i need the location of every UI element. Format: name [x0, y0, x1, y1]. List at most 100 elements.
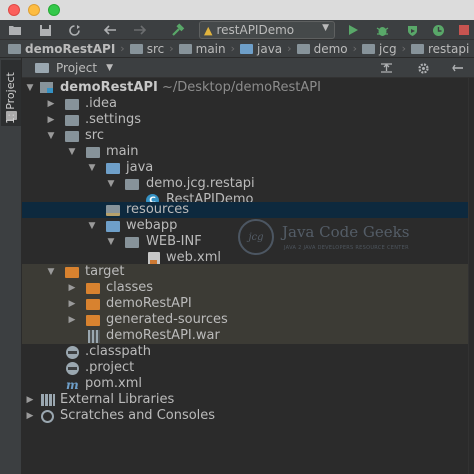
- collapsed-arrow-icon[interactable]: ▶: [46, 112, 56, 128]
- collapsed-arrow-icon[interactable]: ▶: [25, 408, 35, 424]
- tree-row-target-module[interactable]: ▶ demoRestAPI: [22, 296, 468, 312]
- tree-row-external-libraries[interactable]: ▶ External Libraries: [22, 392, 468, 408]
- source-folder-icon: [106, 162, 120, 174]
- breadcrumb-label: demo: [313, 41, 348, 56]
- profile-icon[interactable]: [430, 22, 446, 38]
- run-with-coverage-icon[interactable]: [404, 22, 420, 38]
- excluded-folder-icon: [86, 314, 100, 326]
- tree-label: demoRestAPI: [106, 296, 192, 311]
- panel-title[interactable]: Project: [56, 61, 97, 75]
- expanded-arrow-icon[interactable]: ▼: [25, 80, 35, 96]
- zoom-window-button[interactable]: [48, 4, 60, 16]
- source-folder-icon: [240, 43, 254, 54]
- excluded-folder-icon: [65, 266, 79, 278]
- tree-label: demoRestAPI.war: [106, 328, 220, 343]
- tree-row-pom[interactable]: m pom.xml: [22, 376, 468, 392]
- tree-row-main[interactable]: ▼ main: [22, 144, 468, 160]
- expanded-arrow-icon[interactable]: ▼: [106, 176, 116, 192]
- breadcrumb-item-jcg[interactable]: jcg: [362, 42, 397, 56]
- folder-icon: [65, 114, 79, 126]
- root-module-path: ~/Desktop/demoRestAPI: [161, 80, 321, 95]
- expanded-arrow-icon[interactable]: ▼: [67, 144, 77, 160]
- folder-icon: [178, 43, 192, 54]
- tree-label: Scratches and Consoles: [60, 408, 216, 423]
- tree-row-project-file[interactable]: .project: [22, 360, 468, 376]
- breadcrumb-label: src: [146, 41, 165, 56]
- war-archive-icon: [88, 330, 102, 343]
- main-toolbar: ▲ restAPIDemo ▼: [0, 20, 474, 40]
- tree-row-java[interactable]: ▼ java: [22, 160, 468, 176]
- project-tool-window-tab[interactable]: 1: Project: [1, 60, 21, 126]
- tree-label: .settings: [85, 112, 141, 127]
- sync-icon[interactable]: [66, 22, 82, 38]
- breadcrumb-item-restapi[interactable]: restapi: [410, 42, 469, 56]
- module-icon: [40, 82, 54, 94]
- root-module-name: demoRestAPI: [60, 80, 158, 95]
- tree-label: webapp: [126, 218, 178, 233]
- forward-arrow-icon[interactable]: [132, 22, 148, 38]
- build-hammer-icon[interactable]: [170, 22, 186, 38]
- collapsed-arrow-icon[interactable]: ▶: [25, 392, 35, 408]
- scratches-icon: [41, 410, 55, 423]
- breadcrumb-item-src[interactable]: src: [129, 41, 165, 56]
- breadcrumb-item-java[interactable]: java: [240, 42, 282, 56]
- tree-row-src[interactable]: ▼ src: [22, 128, 468, 144]
- hide-panel-icon[interactable]: [450, 60, 466, 76]
- classpath-file-icon: [66, 346, 80, 359]
- tree-row-scratches[interactable]: ▶ Scratches and Consoles: [22, 408, 468, 424]
- maven-icon: m: [66, 378, 79, 392]
- back-arrow-icon[interactable]: [102, 22, 118, 38]
- minimize-window-button[interactable]: [28, 4, 40, 16]
- tree-label: generated-sources: [106, 312, 228, 327]
- tree-row-webinf[interactable]: ▼ WEB-INF: [22, 234, 468, 250]
- chevron-right-icon: ›: [287, 42, 292, 55]
- resources-folder-icon: [106, 204, 120, 216]
- expanded-arrow-icon[interactable]: ▼: [87, 160, 97, 176]
- stop-icon[interactable]: [456, 22, 472, 38]
- tree-row-root[interactable]: ▼ demoRestAPI ~/Desktop/demoRestAPI: [22, 80, 468, 96]
- tree-row-classes[interactable]: ▶ classes: [22, 280, 468, 296]
- collapsed-arrow-icon[interactable]: ▶: [46, 96, 56, 112]
- breadcrumb-item-main[interactable]: main: [178, 42, 226, 56]
- tree-label: pom.xml: [85, 376, 142, 391]
- tree-row-webapp[interactable]: ▼ webapp: [22, 218, 468, 234]
- collapsed-arrow-icon[interactable]: ▶: [67, 296, 77, 312]
- breadcrumb-label: jcg: [379, 41, 397, 56]
- expanded-arrow-icon[interactable]: ▼: [87, 218, 97, 234]
- breadcrumb-label: demoRestAPI: [25, 41, 116, 56]
- chevron-down-icon: ▼: [322, 23, 329, 33]
- tree-label: WEB-INF: [146, 234, 202, 249]
- collapsed-arrow-icon[interactable]: ▶: [67, 312, 77, 328]
- breadcrumb-item-demo[interactable]: demo: [296, 41, 348, 56]
- close-window-button[interactable]: [8, 4, 20, 16]
- package-icon: [410, 43, 424, 54]
- chevron-down-icon[interactable]: ▼: [106, 63, 113, 73]
- breadcrumb-label: java: [257, 41, 283, 56]
- tree-row-resources[interactable]: resources: [22, 202, 468, 218]
- tree-row-idea[interactable]: ▶ .idea: [22, 96, 468, 112]
- breadcrumb-item-project[interactable]: demoRestAPI: [8, 42, 115, 56]
- save-icon[interactable]: [37, 22, 53, 38]
- run-config-icon: ▲: [204, 23, 213, 37]
- tree-row-target[interactable]: ▼ target: [22, 264, 468, 280]
- tree-row-settings[interactable]: ▶ .settings: [22, 112, 468, 128]
- chevron-right-icon: ›: [401, 42, 406, 55]
- expanded-arrow-icon[interactable]: ▼: [106, 234, 116, 250]
- libraries-icon: [41, 394, 55, 406]
- open-folder-icon[interactable]: [7, 22, 23, 38]
- package-icon: [362, 43, 376, 54]
- collapsed-arrow-icon[interactable]: ▶: [67, 280, 77, 296]
- vertical-scrollbar[interactable]: [468, 78, 474, 474]
- gear-icon[interactable]: [415, 60, 431, 76]
- expanded-arrow-icon[interactable]: ▼: [46, 128, 56, 144]
- tree-row-generated-sources[interactable]: ▶ generated-sources: [22, 312, 468, 328]
- expanded-arrow-icon[interactable]: ▼: [46, 264, 56, 280]
- run-configuration-selector[interactable]: ▲ restAPIDemo ▼: [199, 21, 335, 39]
- tree-row-package[interactable]: ▼ demo.jcg.restapi: [22, 176, 468, 192]
- excluded-folder-icon: [86, 298, 100, 310]
- tree-row-war[interactable]: demoRestAPI.war: [22, 328, 468, 344]
- collapse-all-icon[interactable]: [378, 60, 394, 76]
- run-icon[interactable]: [345, 22, 361, 38]
- tree-row-classpath[interactable]: .classpath: [22, 344, 468, 360]
- debug-bug-icon[interactable]: [374, 22, 390, 38]
